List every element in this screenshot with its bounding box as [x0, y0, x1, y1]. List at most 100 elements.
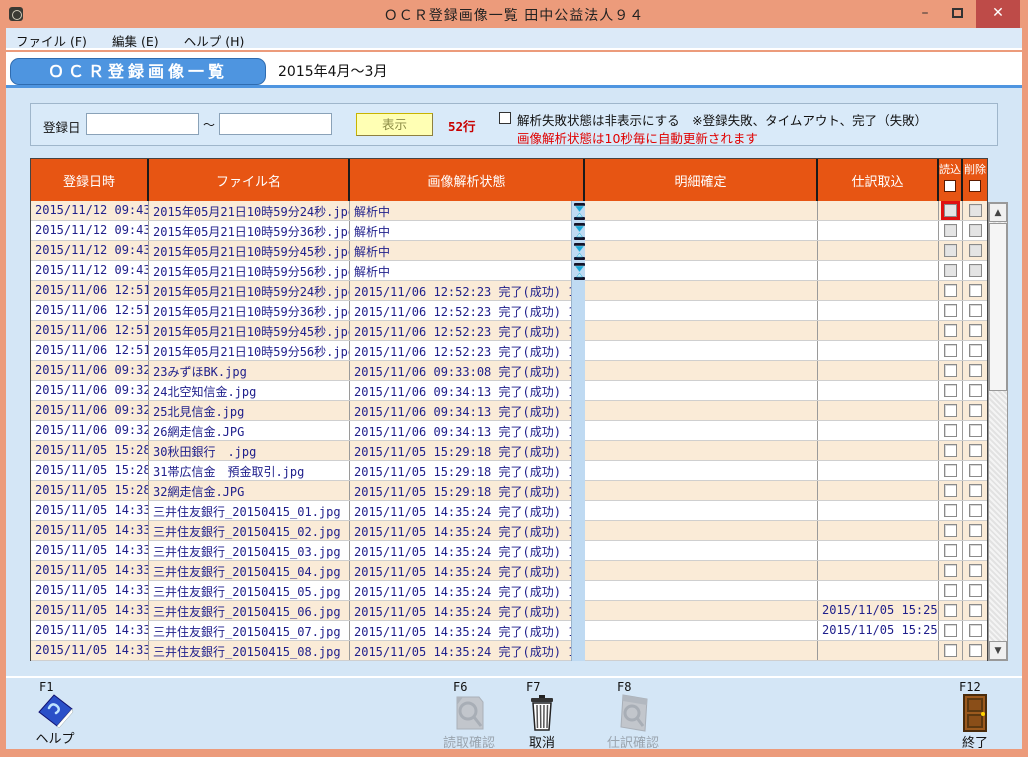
busy-slot-empty	[572, 641, 586, 661]
read-checkbox[interactable]	[944, 304, 957, 317]
cell-journal-import	[818, 261, 939, 280]
scrollbar-thumb[interactable]	[989, 223, 1007, 391]
delete-checkbox[interactable]	[969, 444, 982, 457]
close-button[interactable]: ✕	[976, 0, 1020, 28]
delete-checkbox[interactable]	[969, 504, 982, 517]
delete-select-all-checkbox[interactable]	[969, 180, 981, 192]
cancel-button[interactable]: F7 取消	[504, 680, 580, 746]
read-checkbox[interactable]	[944, 464, 957, 477]
read-checkbox	[944, 244, 957, 257]
cell-filename: 三井住友銀行_20150415_02.jpg	[149, 521, 350, 540]
cell-delete-checkbox	[963, 341, 987, 360]
delete-checkbox[interactable]	[969, 484, 982, 497]
cell-detail-confirm	[585, 401, 818, 420]
read-checkbox[interactable]	[944, 584, 957, 597]
table-row[interactable]: 2015/11/12 09:43:302015年05月21日10時59分36秒.…	[31, 221, 987, 241]
table-row[interactable]: 2015/11/06 12:51:082015年05月21日10時59分36秒.…	[31, 301, 987, 321]
read-checkbox[interactable]	[944, 504, 957, 517]
cell-journal-import	[818, 381, 939, 400]
cell-journal-import	[818, 461, 939, 480]
read-checkbox[interactable]	[944, 624, 957, 637]
read-checkbox[interactable]	[944, 524, 957, 537]
cell-filename: 25北見信金.jpg	[149, 401, 350, 420]
menu-edit[interactable]: 編集 (E)	[102, 28, 169, 50]
delete-checkbox[interactable]	[969, 344, 982, 357]
delete-checkbox[interactable]	[969, 384, 982, 397]
cell-journal-import	[818, 561, 939, 580]
read-checkbox[interactable]	[944, 564, 957, 577]
table-row[interactable]: 2015/11/05 14:33:33三井住友銀行_20150415_07.jp…	[31, 621, 987, 641]
table-row[interactable]: 2015/11/06 12:51:082015年05月21日10時59分24秒.…	[31, 281, 987, 301]
table-row[interactable]: 2015/11/05 14:33:33三井住友銀行_20150415_01.jp…	[31, 501, 987, 521]
read-checkbox[interactable]	[944, 424, 957, 437]
read-select-all-checkbox[interactable]	[944, 180, 956, 192]
table-row[interactable]: 2015/11/05 15:28:2232網走信金.JPG2015/11/05 …	[31, 481, 987, 501]
cell-analysis-status: 2015/11/06 12:52:23 完了(成功) 1件	[350, 341, 585, 360]
cell-delete-checkbox	[963, 521, 987, 540]
cell-detail-confirm	[585, 321, 818, 340]
table-row[interactable]: 2015/11/06 12:51:082015年05月21日10時59分45秒.…	[31, 321, 987, 341]
cell-journal-import	[818, 401, 939, 420]
table-row[interactable]: 2015/11/06 09:32:5324北空知信金.jpg2015/11/06…	[31, 381, 987, 401]
delete-checkbox[interactable]	[969, 404, 982, 417]
read-checkbox[interactable]	[944, 604, 957, 617]
read-checkbox[interactable]	[944, 644, 957, 657]
table-row[interactable]: 2015/11/05 14:33:33三井住友銀行_20150415_02.jp…	[31, 521, 987, 541]
maximize-button[interactable]	[942, 0, 972, 28]
exit-button[interactable]: F12 終了	[937, 680, 1013, 746]
read-checkbox[interactable]	[944, 444, 957, 457]
table-row[interactable]: 2015/11/12 09:43:302015年05月21日10時59分24秒.…	[31, 201, 987, 221]
delete-checkbox[interactable]	[969, 424, 982, 437]
cell-detail-confirm	[585, 541, 818, 560]
cancel-label: 取消	[529, 732, 555, 751]
show-button[interactable]: 表示	[356, 113, 433, 136]
table-row[interactable]: 2015/11/12 09:43:302015年05月21日10時59分56秒.…	[31, 261, 987, 281]
menu-file[interactable]: ファイル (F)	[6, 28, 97, 50]
table-row[interactable]: 2015/11/06 12:51:082015年05月21日10時59分56秒.…	[31, 341, 987, 361]
table-row[interactable]: 2015/11/06 09:32:5326網走信金.JPG2015/11/06 …	[31, 421, 987, 441]
delete-checkbox[interactable]	[969, 464, 982, 477]
scroll-up-icon[interactable]: ▲	[989, 203, 1007, 222]
delete-checkbox[interactable]	[969, 364, 982, 377]
scroll-down-icon[interactable]: ▼	[989, 641, 1007, 660]
delete-checkbox[interactable]	[969, 584, 982, 597]
delete-checkbox[interactable]	[969, 284, 982, 297]
table-row[interactable]: 2015/11/05 14:33:33三井住友銀行_20150415_05.jp…	[31, 581, 987, 601]
cell-registered: 2015/11/06 12:51:08	[31, 301, 149, 320]
menu-help[interactable]: ヘルプ (H)	[174, 28, 255, 50]
date-range-tilde: ～	[203, 116, 215, 133]
window-title: ＯＣＲ登録画像一覧 田中公益法人９４	[0, 5, 1028, 25]
delete-checkbox[interactable]	[969, 324, 982, 337]
date-to-input[interactable]	[219, 113, 332, 135]
date-from-input[interactable]	[86, 113, 199, 135]
read-checkbox[interactable]	[944, 544, 957, 557]
delete-checkbox[interactable]	[969, 544, 982, 557]
table-row[interactable]: 2015/11/05 14:33:33三井住友銀行_20150415_08.jp…	[31, 641, 987, 661]
read-checkbox[interactable]	[944, 484, 957, 497]
table-row[interactable]: 2015/11/06 09:32:5325北見信金.jpg2015/11/06 …	[31, 401, 987, 421]
read-checkbox[interactable]	[944, 384, 957, 397]
delete-checkbox[interactable]	[969, 524, 982, 537]
table-row[interactable]: 2015/11/05 14:33:33三井住友銀行_20150415_04.jp…	[31, 561, 987, 581]
read-checkbox[interactable]	[944, 284, 957, 297]
table-row[interactable]: 2015/11/05 15:28:2231帯広信金 預金取引.jpg2015/1…	[31, 461, 987, 481]
table-row[interactable]: 2015/11/05 14:33:33三井住友銀行_20150415_03.jp…	[31, 541, 987, 561]
delete-checkbox[interactable]	[969, 604, 982, 617]
table-row[interactable]: 2015/11/05 15:28:2230秋田銀行 .jpg2015/11/05…	[31, 441, 987, 461]
minimize-button[interactable]: –	[910, 0, 940, 28]
hide-failed-checkbox[interactable]	[499, 112, 511, 124]
help-button[interactable]: F1 ヘルプ	[17, 680, 93, 746]
delete-checkbox[interactable]	[969, 644, 982, 657]
table-row[interactable]: 2015/11/12 09:43:302015年05月21日10時59分45秒.…	[31, 241, 987, 261]
read-checkbox[interactable]	[944, 364, 957, 377]
read-checkbox[interactable]	[944, 344, 957, 357]
table-row[interactable]: 2015/11/06 09:32:5323みずほBK.jpg2015/11/06…	[31, 361, 987, 381]
delete-checkbox[interactable]	[969, 624, 982, 637]
delete-checkbox[interactable]	[969, 304, 982, 317]
tab-ocr-image-list[interactable]: ＯＣＲ登録画像一覧	[10, 58, 266, 85]
table-row[interactable]: 2015/11/05 14:33:33三井住友銀行_20150415_06.jp…	[31, 601, 987, 621]
table-scrollbar[interactable]: ▲ ▼	[988, 202, 1008, 661]
read-checkbox[interactable]	[944, 404, 957, 417]
read-checkbox[interactable]	[944, 324, 957, 337]
delete-checkbox[interactable]	[969, 564, 982, 577]
